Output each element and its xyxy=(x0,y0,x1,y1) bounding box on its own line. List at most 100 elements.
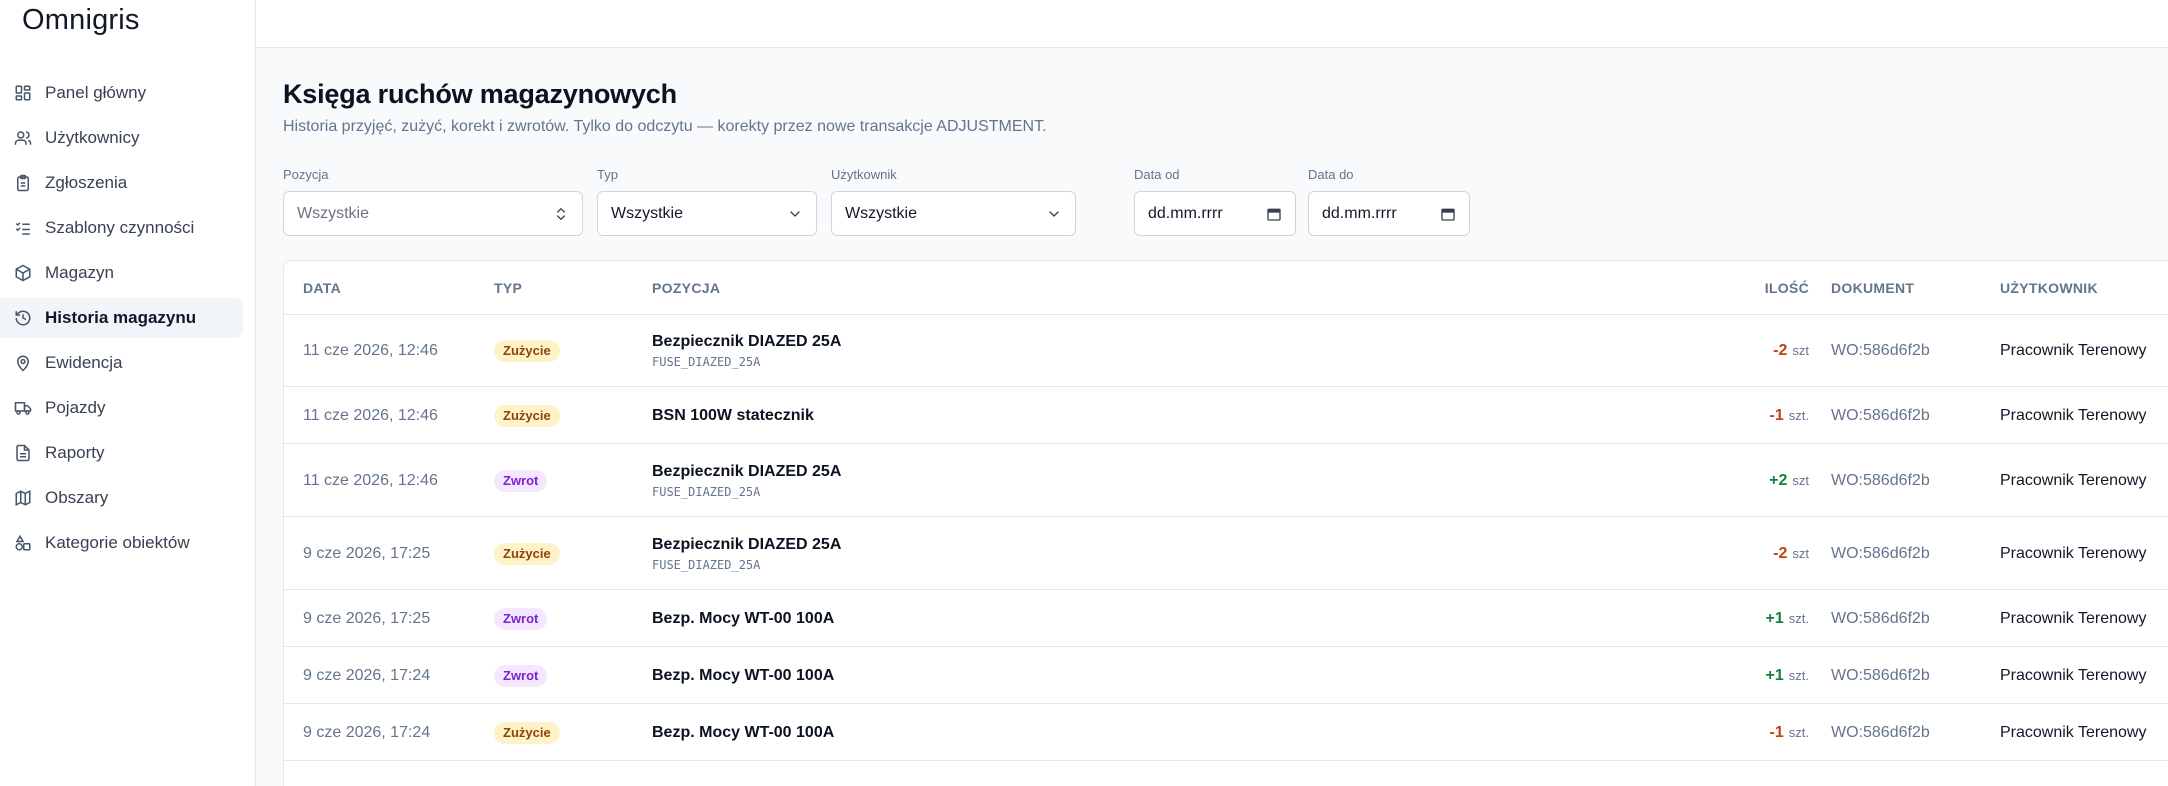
logo-mark: O xyxy=(22,4,45,36)
sidebar-item-kategorie-obiektow[interactable]: Kategorie obiektów xyxy=(0,523,243,563)
filter-date-from: Data od dd.mm.rrrr xyxy=(1134,166,1296,236)
row-type: Zwrot xyxy=(494,648,548,703)
calendar-icon[interactable] xyxy=(1440,206,1456,222)
table-row[interactable]: 11 cze 2026, 12:46 Zwrot Bezpiecznik DIAZE… xyxy=(284,445,2168,517)
sidebar-item-label: Raporty xyxy=(45,443,105,462)
table-row[interactable]: 9 cze 2026, 17:24 Zwrot Bezp. Mocy WT-00 1… xyxy=(284,648,2168,704)
sidebar-item-label: Pojazdy xyxy=(45,398,106,417)
map-icon xyxy=(14,489,32,507)
type-badge: Zużycie xyxy=(494,721,560,744)
column-header-quantity[interactable]: ILOŚĆ xyxy=(1765,261,1809,315)
row-date: 11 cze 2026, 12:46 xyxy=(303,406,438,424)
stock-movements-table: DATA TYP POZYCJA ILOŚĆ DOKUMENT UŻYTKOWN… xyxy=(283,260,2168,786)
row-user: Pracownik Terenowy xyxy=(2000,666,2147,684)
filter-date-from-label: Data od xyxy=(1134,167,1180,182)
date-from-value: dd.mm.rrrr xyxy=(1148,204,1223,222)
row-position: Bezp. Mocy WT-00 100A xyxy=(652,705,834,760)
date-to-input[interactable]: dd.mm.rrrr xyxy=(1308,191,1470,236)
row-user: Pracownik Terenowy xyxy=(2000,723,2147,741)
row-position: Bezp. Mocy WT-00 100A xyxy=(652,648,834,703)
column-header-user[interactable]: UŻYTKOWNIK xyxy=(2000,261,2098,315)
filter-type-label: Typ xyxy=(597,167,618,182)
sidebar-item-obszary[interactable]: Obszary xyxy=(0,478,243,518)
row-document: WO:586d6f2b xyxy=(1831,471,1930,489)
row-position: Bezpiecznik DIAZED 25A FUSE_DIAZED_25A xyxy=(652,518,841,589)
row-position: Bezpiecznik DIAZED 25A FUSE_DIAZED_25A xyxy=(652,445,841,516)
position-name: Bezp. Mocy WT-00 100A xyxy=(652,609,835,627)
row-quantity: -1 szt. xyxy=(1770,705,1809,760)
table-row[interactable]: 9 cze 2026, 17:25 Zużycie Bezpiecznik DIAZ… xyxy=(284,518,2168,590)
position-code: FUSE_DIAZED_25A xyxy=(652,557,761,572)
table-row[interactable]: 9 cze 2026, 17:24 Zużycie Bezp. Mocy WT-00… xyxy=(284,705,2168,761)
table-row[interactable]: 11 cze 2026, 12:46 Zużycie Bezpiecznik DIA… xyxy=(284,315,2168,387)
sidebar-item-label: Obszary xyxy=(45,488,109,507)
sidebar-item-ewidencja[interactable]: Ewidencja xyxy=(0,343,243,383)
chevron-down-icon xyxy=(1049,210,1059,217)
column-header-type[interactable]: TYP xyxy=(494,261,522,315)
column-header-position[interactable]: POZYCJA xyxy=(652,261,720,315)
row-date: 11 cze 2026, 12:46 xyxy=(303,471,438,489)
sidebar-item-pojazdy[interactable]: Pojazdy xyxy=(0,388,243,428)
position-name: Bezp. Mocy WT-00 100A xyxy=(652,666,835,684)
position-name: BSN 100W statecznik xyxy=(652,406,814,424)
filter-user: Użytkownik Wszystkie xyxy=(831,166,1076,236)
user-select-value: Wszystkie xyxy=(845,204,917,222)
row-type: Zwrot xyxy=(494,445,548,516)
sidebar-item-label: Magazyn xyxy=(45,263,114,282)
column-header-document[interactable]: DOKUMENT xyxy=(1831,261,1914,315)
filter-position-label: Pozycja xyxy=(283,167,329,182)
table-header: DATA TYP POZYCJA ILOŚĆ DOKUMENT UŻYTKOWN… xyxy=(284,261,2168,315)
sidebar-item-label: Kategorie obiektów xyxy=(45,533,190,552)
sidebar-item-label: Ewidencja xyxy=(45,353,123,372)
type-badge: Zwrot xyxy=(494,664,548,687)
quantity-unit: szt. xyxy=(1788,611,1809,626)
type-badge: Zużycie xyxy=(494,339,560,362)
row-document: WO:586d6f2b xyxy=(1831,609,1930,627)
position-combobox[interactable]: Wszystkie xyxy=(283,191,583,236)
quantity-unit: szt. xyxy=(1788,668,1809,683)
table-row[interactable]: 9 cze 2026, 17:25 Zwrot Bezp. Mocy WT-00 1… xyxy=(284,591,2168,647)
quantity-value: +2 xyxy=(1769,471,1788,489)
position-name: Bezp. Mocy WT-00 100A xyxy=(652,723,835,741)
row-position: Bezp. Mocy WT-00 100A xyxy=(652,591,834,646)
row-user: Pracownik Terenowy xyxy=(2000,406,2147,424)
sidebar-item-raporty[interactable]: Raporty xyxy=(0,433,243,473)
row-user: Pracownik Terenowy xyxy=(2000,471,2147,489)
package-icon xyxy=(14,264,32,282)
row-quantity: -2 szt xyxy=(1773,315,1809,386)
type-badge: Zwrot xyxy=(494,607,548,630)
table-row[interactable]: 11 cze 2026, 12:46 Zużycie BSN 100W statec… xyxy=(284,388,2168,444)
quantity-unit: szt xyxy=(1792,343,1809,358)
row-date: 9 cze 2026, 17:25 xyxy=(303,609,431,627)
clipboard-icon xyxy=(14,174,32,192)
quantity-value: -2 xyxy=(1773,544,1788,562)
date-from-input[interactable]: dd.mm.rrrr xyxy=(1134,191,1296,236)
app-logo[interactable]: Omnigris xyxy=(22,4,140,37)
filter-user-label: Użytkownik xyxy=(831,167,897,182)
row-document: WO:586d6f2b xyxy=(1831,666,1930,684)
row-user: Pracownik Terenowy xyxy=(2000,341,2147,359)
quantity-value: -1 xyxy=(1769,723,1784,741)
sidebar-item-szablony-czynnosci[interactable]: Szablony czynności xyxy=(0,208,243,248)
row-quantity: -2 szt xyxy=(1773,518,1809,589)
sidebar-item-zgloszenia[interactable]: Zgłoszenia xyxy=(0,163,243,203)
truck-icon xyxy=(14,399,32,417)
page-subtitle: Historia przyjęć, zużyć, korekt i zwrotó… xyxy=(283,118,1047,135)
user-select[interactable]: Wszystkie xyxy=(831,191,1076,236)
type-select[interactable]: Wszystkie xyxy=(597,191,817,236)
sidebar-item-magazyn[interactable]: Magazyn xyxy=(0,253,243,293)
row-quantity: +1 szt. xyxy=(1766,591,1809,646)
chevron-down-icon xyxy=(790,210,800,217)
row-user: Pracownik Terenowy xyxy=(2000,544,2147,562)
column-header-date[interactable]: DATA xyxy=(303,261,341,315)
chevrons-up-down-icon xyxy=(557,207,565,220)
sidebar-item-historia-magazynu[interactable]: Historia magazynu xyxy=(0,298,243,338)
sidebar-nav: Panel główny Użytkownicy Zgłoszenia Szablon… xyxy=(0,73,256,568)
history-icon xyxy=(14,309,32,327)
sidebar-item-panel-glowny[interactable]: Panel główny xyxy=(0,73,243,113)
sidebar-item-uzytkownicy[interactable]: Użytkownicy xyxy=(0,118,243,158)
users-icon xyxy=(14,129,32,147)
filter-position: Pozycja Wszystkie xyxy=(283,166,583,236)
calendar-icon[interactable] xyxy=(1266,206,1282,222)
filter-type: Typ Wszystkie xyxy=(597,166,817,236)
